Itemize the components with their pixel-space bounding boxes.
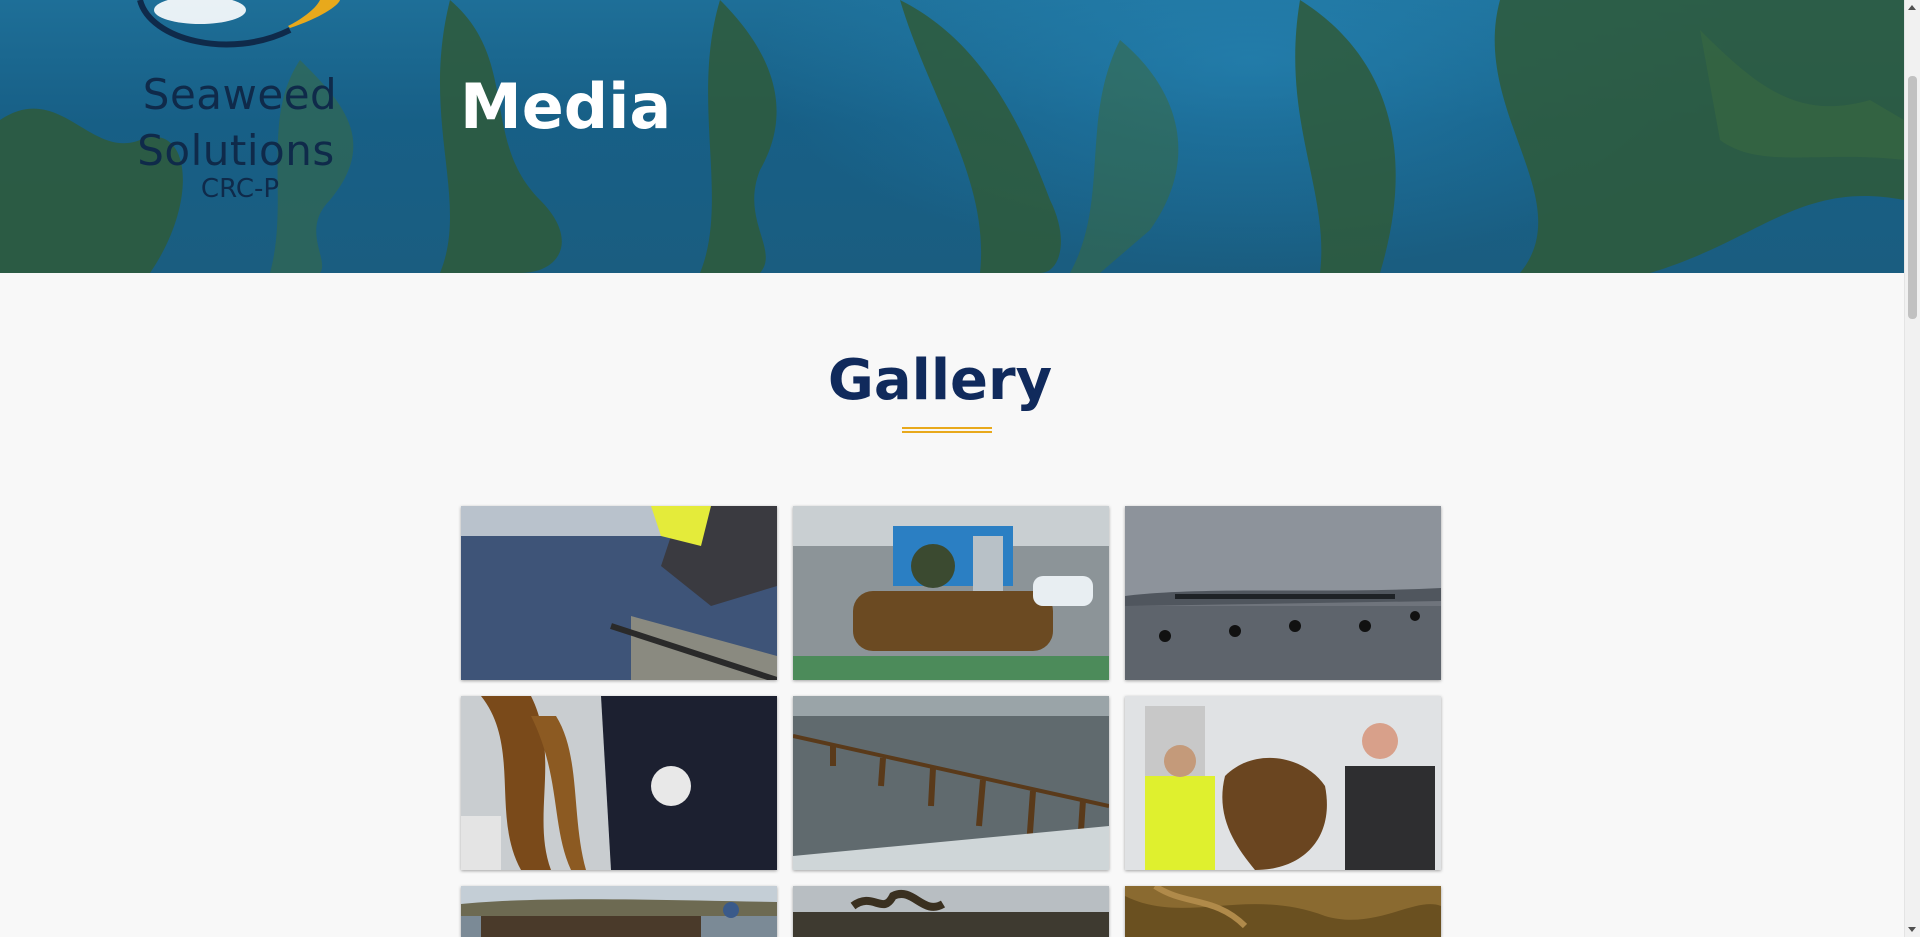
- logo-text-seaweed: Seaweed: [142, 70, 338, 119]
- hero-banner: Seaweed Solutions CRC-P Media: [0, 0, 1904, 273]
- scroll-down-arrow-icon[interactable]: [1908, 927, 1916, 932]
- logo-wave-icon: [137, 0, 340, 48]
- gallery-image-kelp-closeup[interactable]: [1125, 886, 1441, 937]
- page-scrollbar[interactable]: [1904, 0, 1920, 937]
- gallery-image-worker-on-boat[interactable]: [461, 506, 777, 680]
- gallery-image-two-men-holding-kelp[interactable]: [1125, 696, 1441, 870]
- gallery-image-kelp-line-shore[interactable]: [793, 886, 1109, 937]
- site-logo[interactable]: Seaweed Solutions CRC-P: [120, 0, 360, 210]
- scrollbar-thumb[interactable]: [1908, 76, 1917, 319]
- gallery-image-harvest-on-boat[interactable]: [461, 886, 777, 937]
- page-title: Media: [460, 70, 672, 143]
- scroll-up-arrow-icon[interactable]: [1908, 5, 1916, 10]
- gallery-image-kelp-longline[interactable]: [793, 696, 1109, 870]
- gallery-image-sea-farm-buoys[interactable]: [1125, 506, 1441, 680]
- gallery-image-seaweed-roller[interactable]: [793, 506, 1109, 680]
- gallery-heading: Gallery: [827, 348, 1053, 413]
- logo-text-crcp: CRC-P: [200, 174, 280, 204]
- gallery-heading-underline: [902, 427, 992, 433]
- gallery-image-kelp-held-by-imas-shirt[interactable]: [461, 696, 777, 870]
- logo-text-solutions: Solutions: [137, 126, 335, 175]
